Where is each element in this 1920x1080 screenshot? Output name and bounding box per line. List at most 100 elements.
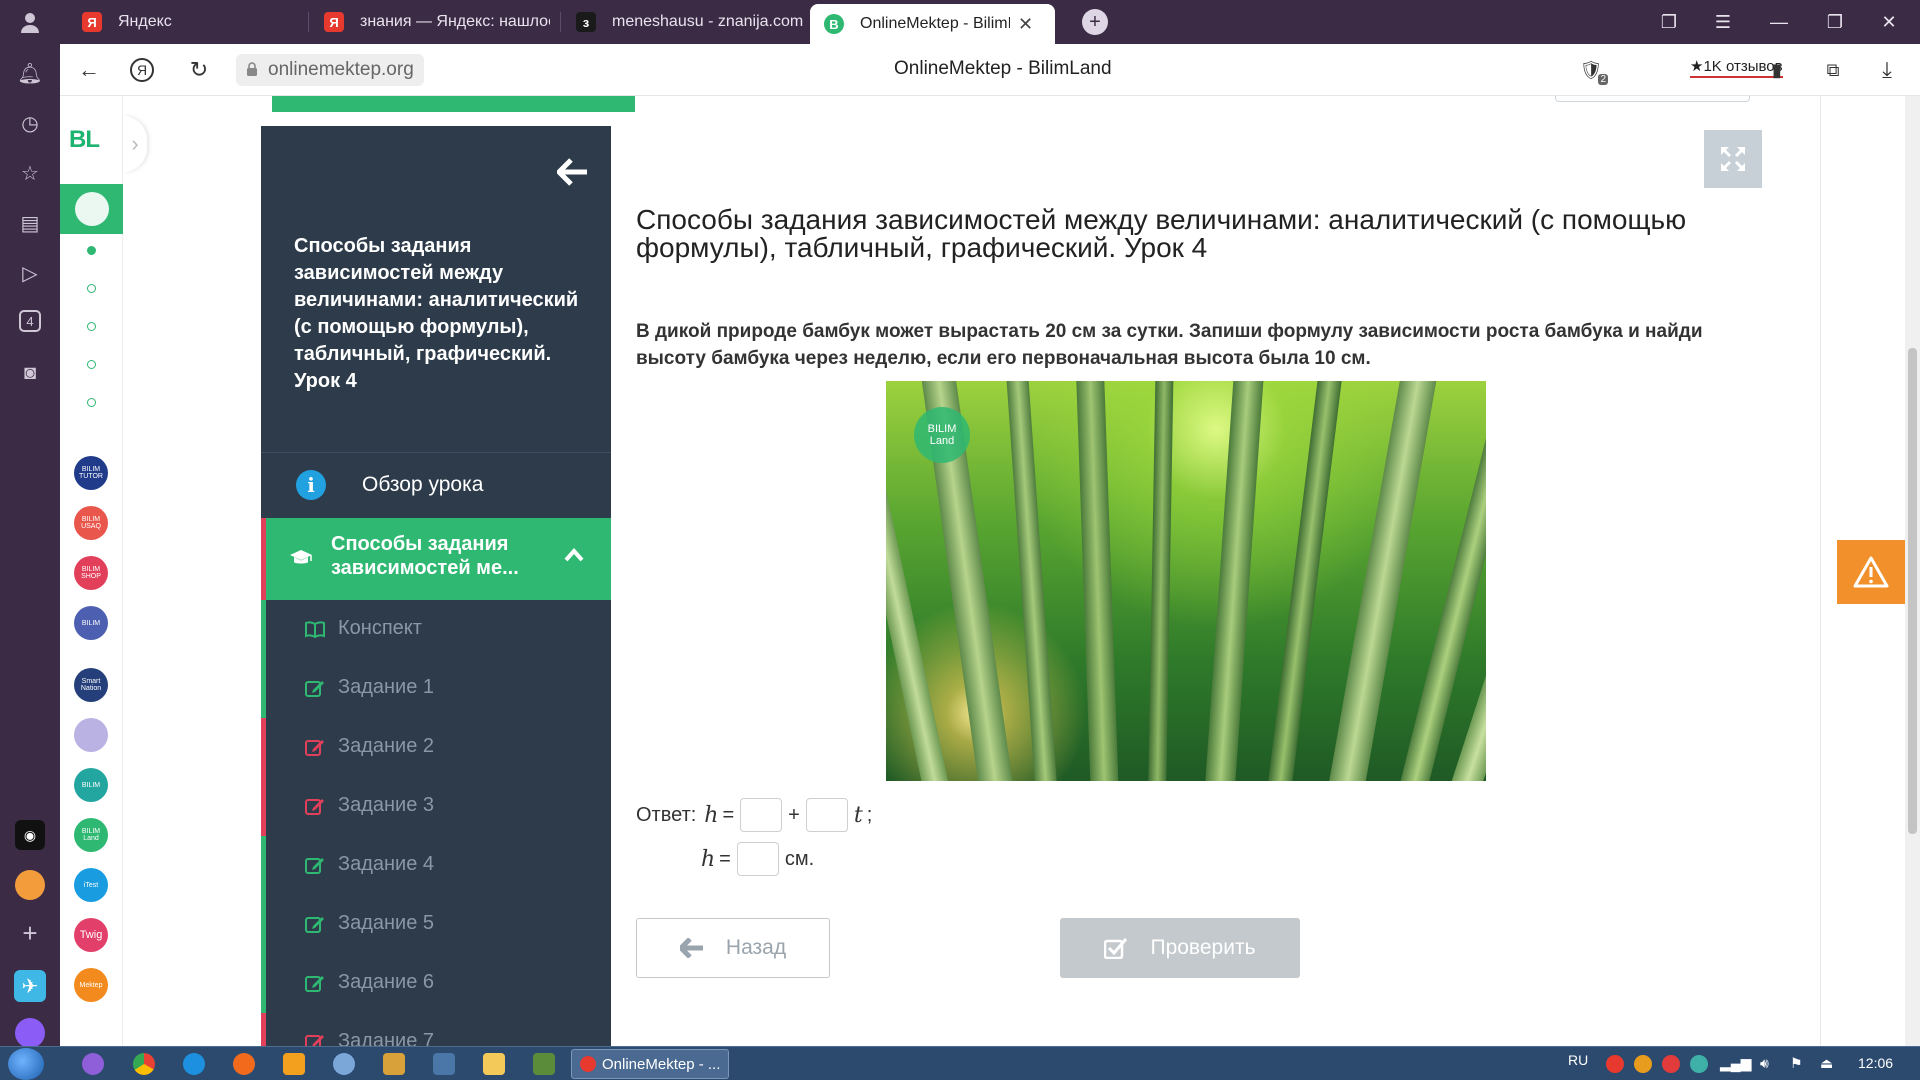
download-icon[interactable]: ⤓ [1874,57,1900,83]
lesson-item-task-2[interactable]: Задание 2 [261,718,611,777]
url-field[interactable]: onlinemektep.org [236,54,424,86]
check-button[interactable]: Проверить [1060,918,1300,978]
service-smart-nation-icon[interactable]: Smart Nation [74,668,108,702]
close-window-icon[interactable]: ✕ [1862,0,1916,44]
service-mektep-icon[interactable]: Mektep [74,968,108,1002]
sidebar-item-onlinemektep[interactable] [60,184,123,234]
nav-dot-5[interactable] [87,398,96,407]
protect-icon[interactable]: 🛡︎ 2 [1578,57,1608,85]
tab-separator [308,12,309,32]
initial-height-input[interactable] [740,798,783,832]
minimize-icon[interactable]: — [1752,0,1806,44]
service-bilim-shop-icon[interactable]: BILIM SHOP [74,556,108,590]
section-header[interactable]: Способы задания зависимостей ме... [261,518,611,600]
tab-yandex[interactable]: Я Яндекс [68,0,308,44]
back-button[interactable]: Назад [636,918,830,978]
lesson-item-task-6[interactable]: Задание 6 [261,954,611,1013]
counter-icon[interactable]: 4 [19,310,41,332]
alice-icon[interactable] [15,1018,45,1048]
lesson-item-konspekt[interactable]: Конспект [261,600,611,659]
collapse-panel-arrow-icon[interactable] [557,158,589,186]
height-after-week-input[interactable] [736,842,779,876]
nav-dot-2[interactable] [87,284,96,293]
tray-opera-icon[interactable] [1662,1055,1680,1073]
lesson-overview-item[interactable]: i Обзор урока [261,452,611,518]
lesson-item-task-3[interactable]: Задание 3 [261,777,611,836]
lesson-item-task-4[interactable]: Задание 4 [261,836,611,895]
yandex-browser-icon[interactable] [283,1053,305,1075]
new-tab-button[interactable]: + [1082,9,1108,35]
add-panel-icon[interactable]: + [17,918,43,948]
bell-icon[interactable]: 🔔︎ [17,60,43,86]
service-bilim-usaq-icon[interactable]: BILIM USAQ [74,506,108,540]
close-tab-icon[interactable]: ✕ [1018,14,1033,35]
bilimland-logo[interactable]: BL [69,126,100,154]
collections-icon[interactable]: ▤ [17,210,43,236]
menu-icon[interactable]: ☰ [1696,0,1750,44]
taskbar-active-window[interactable]: OnlineMektep - ... [571,1049,729,1079]
lesson-item-task-5[interactable]: Задание 5 [261,895,611,954]
star-icon[interactable]: ☆ [17,160,43,186]
tray-app-icon[interactable] [1634,1055,1652,1073]
network-icon[interactable]: ▂▄▆ [1720,1055,1751,1072]
chevron-up-icon[interactable] [564,548,584,562]
page-scrollbar[interactable] [1905,96,1920,1046]
messenger-app-icon[interactable]: ✈︎ [14,970,46,1002]
service-bilim-land-icon[interactable]: BILIM Land [74,818,108,852]
expand-sidebar-chevron-icon[interactable]: › [123,116,147,172]
clock[interactable]: 12:06 [1858,1055,1893,1071]
service-label: BILIM [81,619,101,627]
service-bilim-tutor-icon[interactable]: BILIM TUTOR [74,456,108,490]
nav-dot-4[interactable] [87,360,96,369]
service-bilim-media-icon[interactable] [74,718,108,752]
history-icon[interactable]: ◷ [17,110,43,136]
paint-app-icon[interactable] [82,1053,104,1075]
vk-icon[interactable] [433,1053,455,1075]
tray-help-icon[interactable] [1690,1055,1708,1073]
tray-yandex-icon[interactable] [1606,1055,1624,1073]
ie-icon[interactable] [183,1053,205,1075]
music-app-icon[interactable] [15,870,45,900]
service-bilim-online-icon[interactable]: BILIM [74,768,108,802]
service-twig-icon[interactable]: Twig [74,918,108,952]
growth-rate-input[interactable] [805,798,848,832]
restore-icon[interactable]: ❐ [1808,0,1862,44]
lesson-item-task-7[interactable]: Задание 7 [261,1013,611,1046]
language-indicator[interactable]: RU [1568,1052,1588,1068]
volume-icon[interactable]: 🔊︎ [1760,1055,1769,1072]
tab-yandex-search[interactable]: Я знания — Яндекс: нашлос [310,0,550,44]
scrollbar-thumb[interactable] [1908,348,1917,834]
report-problem-button[interactable] [1837,540,1905,604]
fullscreen-button[interactable] [1704,130,1762,188]
tab-znanija[interactable]: з meneshausu - znanija.com [562,0,808,44]
chrome-icon[interactable] [133,1053,155,1075]
firefox-icon[interactable] [233,1053,255,1075]
usb-icon[interactable]: ⏏ [1820,1055,1833,1072]
course-title: Способы задания зависимостей между велич… [294,235,579,392]
variable-h: h [704,802,719,828]
media-player-icon[interactable] [383,1053,405,1075]
nav-dot-3[interactable] [87,322,96,331]
bookmark-icon[interactable]: ▮ [1764,57,1790,83]
tool-app-icon[interactable] [333,1053,355,1075]
video-icon[interactable]: ▷ [17,260,43,286]
camera-app-icon[interactable]: ◉ [15,820,45,850]
yandex-home-icon[interactable]: Я [130,58,154,82]
back-icon[interactable]: ← [76,57,102,83]
start-button[interactable] [8,1048,44,1080]
tab-onlinemektep[interactable]: B OnlineMektep - BilimLa ✕ [810,4,1055,44]
service-bilim-connect-icon[interactable]: BILIM [74,606,108,640]
reload-icon[interactable]: ↻ [186,57,212,83]
tabs-list-icon[interactable]: ❐ [1642,0,1696,44]
answer-height-row: h = см. [701,842,814,876]
nav-dot-1[interactable] [87,246,96,255]
lesson-item-task-1[interactable]: Задание 1 [261,659,611,718]
folder-icon[interactable] [483,1053,505,1075]
flag-icon[interactable]: ⚑ [1790,1055,1803,1072]
extensions-icon[interactable]: ⧉ [1820,57,1846,83]
minecraft-icon[interactable] [533,1053,555,1075]
service-itest-icon[interactable]: iTest [74,868,108,902]
camera-icon[interactable]: ◙ [17,360,43,386]
profile-icon[interactable] [18,10,42,34]
edit-icon [305,1035,324,1046]
